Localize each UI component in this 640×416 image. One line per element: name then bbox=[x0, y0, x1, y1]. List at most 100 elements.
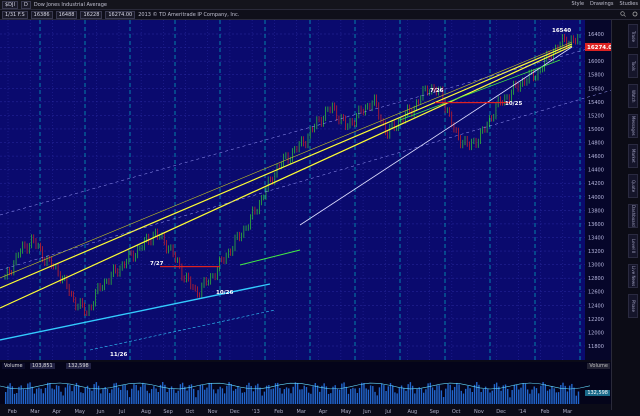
volume-bar bbox=[372, 386, 374, 404]
month-label: Jul bbox=[118, 409, 125, 415]
volume-bar bbox=[177, 390, 179, 404]
volume-label: Volume bbox=[2, 363, 25, 369]
volume-bar bbox=[148, 393, 151, 404]
side-tab-tools[interactable]: Tools bbox=[628, 54, 638, 78]
price-chart[interactable]: 1640016200160001580015600154001520015000… bbox=[0, 20, 612, 360]
volume-bar bbox=[144, 384, 146, 404]
volume-bar bbox=[162, 382, 164, 404]
side-tab-level-ii[interactable]: Level II bbox=[628, 234, 638, 258]
volume-bar bbox=[367, 389, 370, 404]
volume-bar bbox=[77, 385, 80, 404]
price-tick-label: 12400 bbox=[588, 303, 604, 309]
volume-bar bbox=[562, 382, 564, 404]
volume-bar bbox=[215, 393, 217, 404]
price-tick-label: 16000 bbox=[588, 59, 604, 65]
price-tick-label: 12800 bbox=[588, 276, 604, 282]
month-label: Apr bbox=[52, 409, 62, 415]
volume-bar bbox=[117, 387, 120, 404]
price-tick-label: 14800 bbox=[588, 141, 604, 147]
volume-right-label: Volume bbox=[587, 363, 610, 369]
volume-bar bbox=[252, 391, 255, 404]
volume-bar bbox=[511, 390, 513, 404]
month-label: Feb bbox=[8, 409, 17, 415]
open-field: 16386 bbox=[30, 11, 53, 19]
side-tab-phase[interactable]: Phase bbox=[628, 294, 638, 318]
low-field: 16228 bbox=[80, 11, 103, 19]
volume-bar bbox=[407, 384, 409, 404]
volume-bar bbox=[522, 383, 524, 404]
volume-bar bbox=[526, 389, 529, 404]
volume-bar bbox=[261, 395, 263, 404]
month-label: Dec bbox=[496, 409, 506, 415]
month-label: Sep bbox=[430, 409, 439, 415]
volume-bar bbox=[126, 390, 129, 404]
side-tab-messages[interactable]: Messages bbox=[628, 114, 638, 138]
volume-bar bbox=[456, 382, 458, 404]
volume-bar bbox=[93, 384, 95, 404]
symbol-box[interactable]: $DJI bbox=[2, 1, 18, 9]
volume-bar bbox=[365, 388, 367, 404]
date-field: 1/31 F.S bbox=[2, 11, 28, 19]
volume-bar bbox=[241, 392, 244, 404]
month-label: Mar bbox=[297, 409, 307, 415]
volume-bar bbox=[89, 388, 91, 404]
volume-bar bbox=[124, 385, 126, 404]
drawings-menu[interactable]: Drawings bbox=[590, 1, 613, 7]
volume-bar bbox=[192, 388, 195, 404]
volume-bar bbox=[529, 393, 531, 404]
volume-bar bbox=[418, 387, 420, 404]
zoom-icon[interactable] bbox=[620, 11, 626, 17]
right-sidebar: Trade Tools Watch Messages Market Quote Dashbo… bbox=[611, 20, 640, 410]
volume-bar bbox=[392, 385, 394, 404]
volume-value-1: 103,851 bbox=[30, 363, 55, 369]
volume-bar bbox=[137, 390, 140, 404]
side-tab-market[interactable]: Market bbox=[628, 144, 638, 168]
volume-bar bbox=[546, 390, 549, 404]
volume-bar bbox=[515, 384, 518, 404]
side-tab-dashboard[interactable]: Dashboard bbox=[628, 204, 638, 228]
volume-bar bbox=[389, 383, 392, 404]
side-tab-quote[interactable]: Quote bbox=[628, 174, 638, 198]
month-label: Oct bbox=[452, 409, 461, 415]
volume-bar bbox=[44, 387, 47, 404]
volume-bar bbox=[29, 382, 31, 404]
volume-bar bbox=[296, 383, 299, 404]
price-tick-label: 15600 bbox=[588, 86, 604, 92]
month-label: Aug bbox=[141, 409, 151, 415]
studies-menu[interactable]: Studies bbox=[619, 1, 638, 7]
side-tab-live-news[interactable]: Live News bbox=[628, 264, 638, 288]
month-label: Jun bbox=[362, 409, 371, 415]
volume-bar bbox=[436, 385, 438, 404]
side-tab-watch[interactable]: Watch bbox=[628, 84, 638, 108]
volume-bar bbox=[221, 388, 224, 404]
volume-bar bbox=[31, 386, 33, 404]
month-label: '14 bbox=[518, 409, 526, 415]
volume-bar bbox=[102, 388, 104, 404]
volume-bar bbox=[71, 391, 73, 404]
volume-bar bbox=[7, 385, 9, 404]
volume-bar bbox=[283, 389, 286, 404]
time-axis: Feb Mar Apr May Jun Jul Aug Sep Oct Nov Dec '13 Feb M… bbox=[0, 405, 612, 416]
price-tick-label: 15200 bbox=[588, 113, 604, 119]
volume-right-value: 132,598 bbox=[585, 390, 610, 396]
volume-bar bbox=[195, 397, 197, 404]
volume-bar bbox=[265, 385, 268, 404]
side-tab-trade[interactable]: Trade bbox=[628, 24, 638, 48]
volume-bar bbox=[310, 393, 312, 404]
gear-icon[interactable] bbox=[632, 11, 638, 17]
volume-bar bbox=[9, 383, 11, 404]
style-menu[interactable]: Style bbox=[571, 1, 584, 7]
volume-bar bbox=[270, 389, 272, 404]
volume-bar bbox=[166, 392, 168, 404]
volume-bar bbox=[498, 386, 500, 404]
volume-bar bbox=[577, 391, 580, 404]
volume-bar bbox=[175, 392, 177, 404]
volume-bar bbox=[13, 393, 16, 404]
volume-bar bbox=[343, 382, 345, 404]
volume-bar bbox=[248, 382, 250, 404]
month-label: Oct bbox=[186, 409, 195, 415]
volume-bar bbox=[230, 384, 232, 404]
volume-bar bbox=[181, 382, 184, 404]
interval-box[interactable]: D bbox=[20, 1, 31, 9]
volume-bar bbox=[566, 391, 569, 404]
